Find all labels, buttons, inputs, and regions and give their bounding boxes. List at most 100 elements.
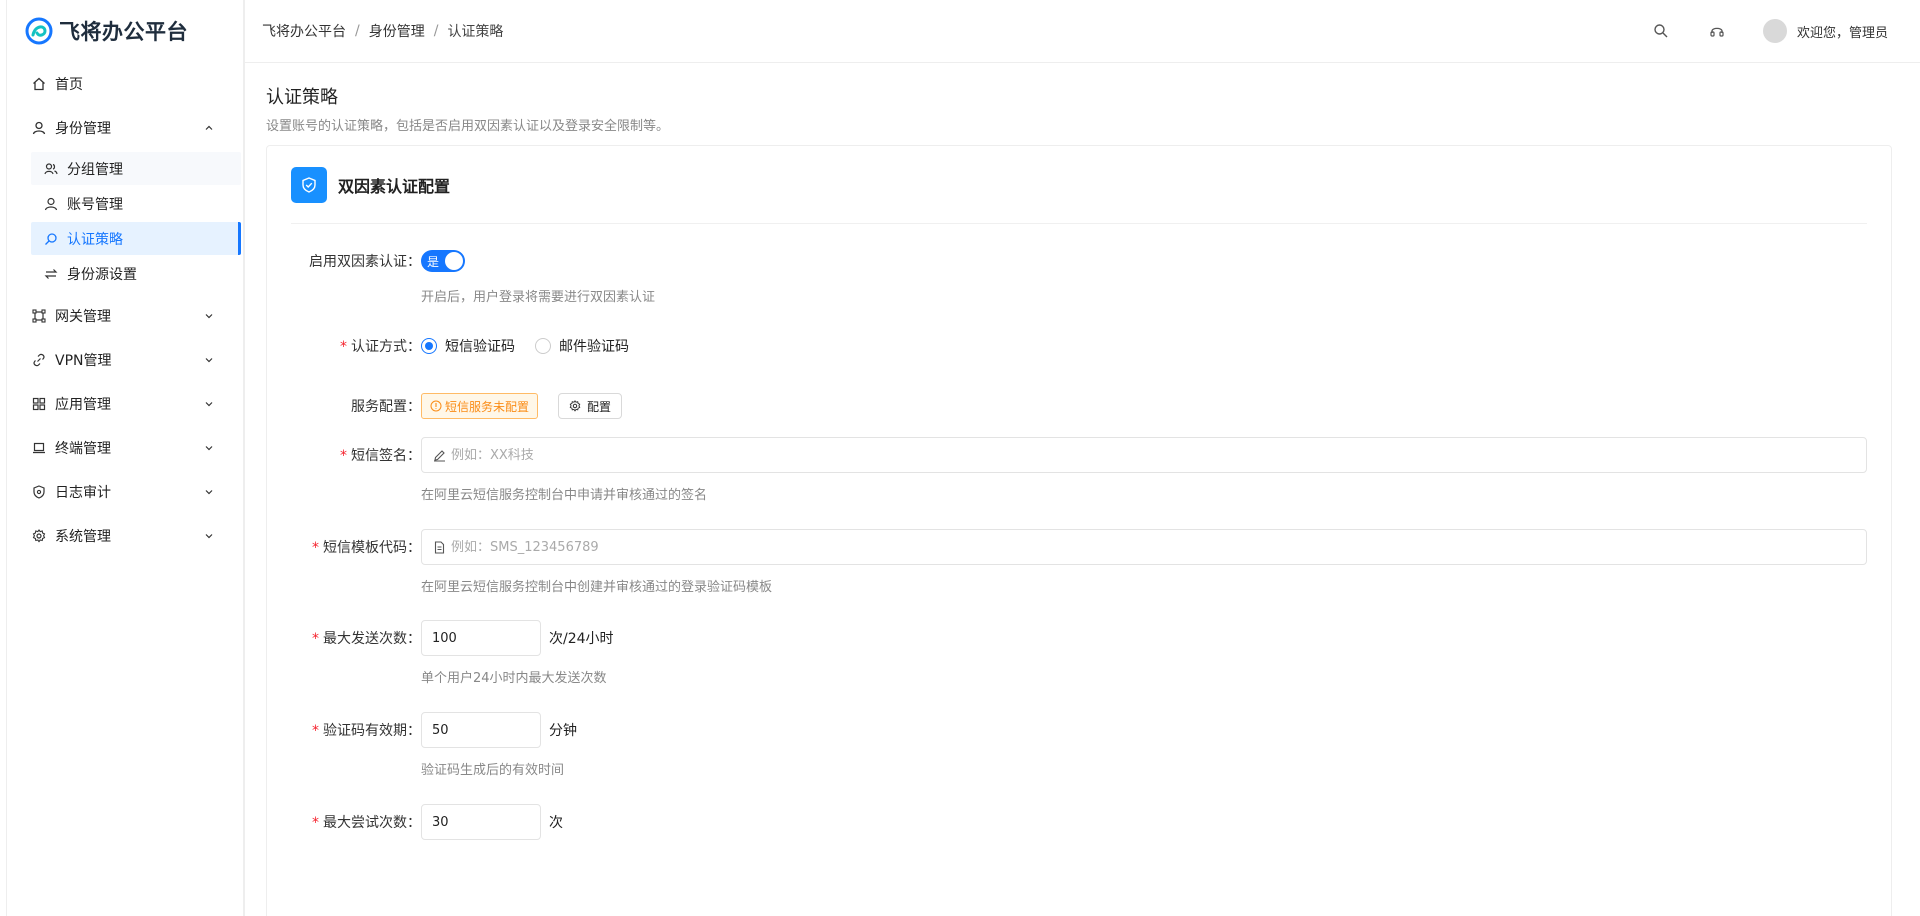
page-title: 认证策略 (266, 87, 338, 108)
app-title: 飞将办公平台 (59, 20, 188, 44)
method-label: 认证方式： (351, 339, 421, 355)
chevron-down-icon (203, 398, 215, 410)
radio-email-label: 邮件验证码 (559, 339, 629, 355)
logo-icon (25, 17, 53, 45)
sidebar-item-label: 认证策略 (67, 231, 123, 248)
max-send-unit: 次/24小时 (549, 631, 614, 647)
configure-button[interactable]: 配置 (558, 393, 623, 419)
main-area: 飞将办公平台 / 身份管理 / 认证策略 欢迎您，管理员 认证策略 设置账号的认… (245, 0, 1920, 916)
configure-button-label: 配置 (587, 399, 612, 414)
code-ttl-unit: 分钟 (549, 723, 577, 739)
sidebar-item-label: 账号管理 (67, 196, 123, 213)
form-row-sms-sign: * 短信签名： (291, 437, 1867, 473)
switch-text: 是 (427, 254, 440, 269)
sidebar: 飞将办公平台 首页 身份管理 分组管理 账号管理 认证策略 身份源设置 网关管理… (0, 0, 245, 916)
sidebar-item-label: 网关管理 (55, 309, 111, 325)
breadcrumb-item-identity[interactable]: 身份管理 (369, 21, 425, 41)
sidebar-item-label: 日志审计 (55, 485, 111, 501)
sidebar-item-terminals[interactable]: 终端管理 (7, 426, 243, 470)
shield-icon (31, 484, 47, 500)
sidebar-item-auth-policy[interactable]: 认证策略 (31, 222, 241, 255)
mfa-card: 双因素认证配置 启用双因素认证： 是 开启后，用户登录将需要进行双因素认证 * (266, 145, 1892, 916)
topbar: 飞将办公平台 / 身份管理 / 认证策略 欢迎您，管理员 (245, 0, 1920, 63)
code-ttl-label: 验证码有效期： (323, 723, 421, 739)
group-icon (43, 161, 59, 177)
sidebar-item-accounts[interactable]: 账号管理 (31, 187, 241, 220)
breadcrumb: 飞将办公平台 / 身份管理 / 认证策略 (262, 21, 504, 41)
sidebar-item-system[interactable]: 系统管理 (7, 514, 243, 558)
form-row-max-send: *最大发送次数： 次/24小时 (291, 620, 1867, 656)
sidebar-item-identity[interactable]: 身份管理 (7, 106, 243, 150)
form-row-max-attempts: *最大尝试次数： 次 (291, 804, 1867, 840)
sms-sign-label: 短信签名： (351, 448, 421, 464)
apps-icon (31, 396, 47, 412)
sidebar-item-home[interactable]: 首页 (7, 62, 243, 106)
breadcrumb-item-current: 认证策略 (447, 24, 504, 40)
mfa-enabled-label: 启用双因素认证： (309, 254, 421, 270)
sms-sign-input[interactable] (451, 447, 1866, 463)
breadcrumb-item-home[interactable]: 飞将办公平台 (262, 21, 346, 41)
sidebar-item-label: 身份源设置 (67, 266, 137, 283)
chevron-down-icon (203, 530, 215, 542)
form-row-code-ttl: *验证码有效期： 分钟 (291, 712, 1867, 748)
service-warning-badge: 短信服务未配置 (421, 393, 539, 419)
service-label: 服务配置： (351, 399, 421, 415)
sidebar-item-label: 身份管理 (55, 121, 111, 137)
form-row-service: 服务配置： 短信服务未配置 配置 (291, 388, 1867, 424)
radio-dot-checked (421, 338, 437, 354)
sidebar-item-gateway[interactable]: 网关管理 (7, 294, 243, 338)
gateway-icon (31, 308, 47, 324)
mfa-enabled-switch[interactable]: 是 (421, 250, 465, 272)
max-send-input[interactable] (421, 620, 541, 656)
mfa-enabled-help: 开启后，用户登录将需要进行双因素认证 (421, 290, 656, 305)
headset-icon[interactable] (1707, 21, 1727, 41)
home-icon (31, 76, 47, 92)
sms-template-label: 短信模板代码： (323, 540, 421, 556)
sidebar-item-groups[interactable]: 分组管理 (31, 152, 241, 185)
radio-dot-unchecked (535, 338, 551, 354)
service-warning-text: 短信服务未配置 (445, 399, 530, 414)
form-row-sms-template: * 短信模板代码： (291, 529, 1867, 565)
gear-icon (31, 528, 47, 544)
sms-template-input[interactable] (451, 539, 1866, 555)
radio-sms-label: 短信验证码 (445, 339, 515, 355)
card-title: 双因素认证配置 (338, 176, 451, 196)
chevron-down-icon (203, 442, 215, 454)
search-icon[interactable] (1651, 21, 1671, 41)
card-header: 双因素认证配置 (291, 146, 1867, 224)
radio-email[interactable]: 邮件验证码 (535, 336, 629, 356)
account-icon (43, 196, 59, 212)
sidebar-item-identity-source[interactable]: 身份源设置 (31, 257, 241, 290)
sidebar-item-label: 首页 (55, 77, 83, 93)
logo[interactable]: 飞将办公平台 (7, 0, 243, 62)
sms-template-help: 在阿里云短信服务控制台中创建并审核通过的登录验证码模板 (421, 580, 773, 595)
page-description: 设置账号的认证策略，包括是否启用双因素认证以及登录安全限制等。 (266, 119, 670, 134)
max-send-label: 最大发送次数： (323, 631, 421, 647)
laptop-icon (31, 440, 47, 456)
edit-icon (433, 449, 446, 462)
max-attempts-label: 最大尝试次数： (323, 815, 421, 831)
content: 认证策略 设置账号的认证策略，包括是否启用双因素认证以及登录安全限制等。 双因素… (245, 63, 1920, 916)
chevron-down-icon (203, 354, 215, 366)
link-icon (31, 352, 47, 368)
max-attempts-unit: 次 (549, 815, 563, 831)
max-attempts-input[interactable] (421, 804, 541, 840)
sidebar-item-vpn[interactable]: VPN管理 (7, 338, 243, 382)
sidebar-item-label: VPN管理 (55, 353, 112, 369)
form-row-method: * 认证方式： 短信验证码 邮件验证码 (291, 328, 1867, 364)
user-icon (31, 120, 47, 136)
sidebar-item-label: 应用管理 (55, 397, 111, 413)
file-icon (433, 540, 446, 554)
code-ttl-input[interactable] (421, 712, 541, 748)
sync-icon (43, 266, 59, 282)
sms-sign-help: 在阿里云短信服务控制台中申请并审核通过的签名 (421, 488, 708, 503)
sidebar-item-apps[interactable]: 应用管理 (7, 382, 243, 426)
sidebar-item-label: 分组管理 (67, 161, 123, 178)
chevron-down-icon (203, 486, 215, 498)
sidebar-item-audit[interactable]: 日志审计 (7, 470, 243, 514)
form-row-mfa-enabled: 启用双因素认证： 是 (291, 243, 1867, 279)
avatar (1762, 19, 1787, 43)
max-send-help: 单个用户24小时内最大发送次数 (421, 671, 607, 686)
radio-sms[interactable]: 短信验证码 (421, 336, 515, 356)
user-menu[interactable]: 欢迎您，管理员 (1762, 19, 1888, 43)
